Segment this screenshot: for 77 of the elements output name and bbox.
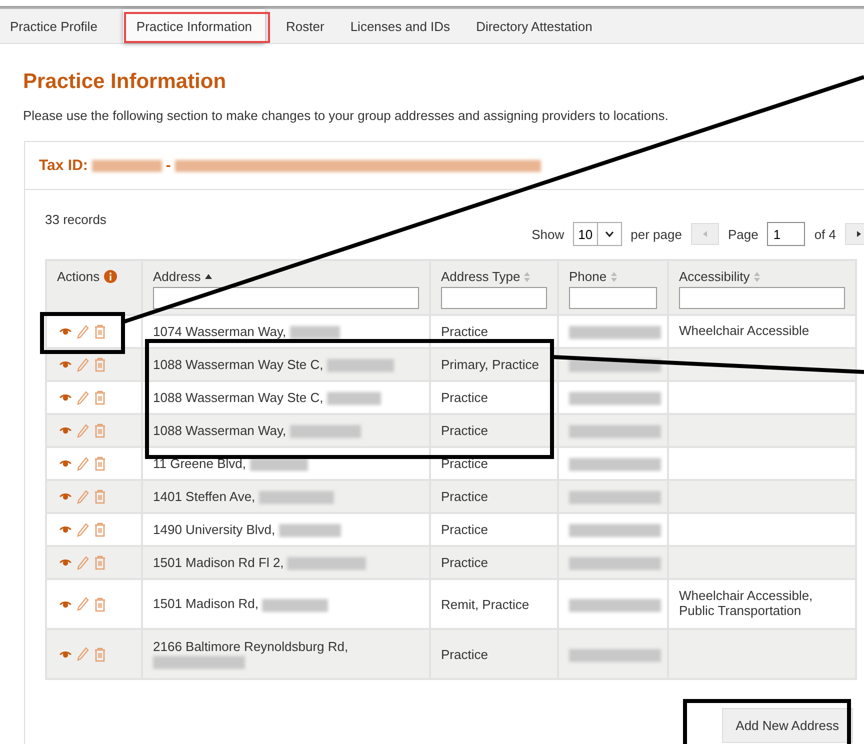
view-icon[interactable] <box>59 360 72 369</box>
edit-icon[interactable] <box>77 490 89 504</box>
address-cell: 1401 Steffen Ave, <box>142 480 430 513</box>
view-icon[interactable] <box>59 600 72 608</box>
column-header[interactable]: Phone <box>569 269 607 284</box>
view-icon[interactable] <box>59 558 72 567</box>
info-icon[interactable] <box>104 270 117 283</box>
trash-icon[interactable] <box>94 522 106 537</box>
filter-field[interactable] <box>441 287 547 309</box>
sort-icon[interactable] <box>610 272 617 282</box>
trash-icon[interactable] <box>94 423 106 438</box>
sort-icon[interactable] <box>754 272 760 282</box>
trash-icon[interactable] <box>94 324 106 339</box>
tab[interactable]: Practice Profile <box>0 9 108 43</box>
accessibility-cell: Wheelchair Accessible <box>679 323 810 338</box>
edit-icon[interactable] <box>77 456 89 470</box>
trash-icon[interactable] <box>94 390 106 405</box>
page-label: Page <box>728 226 758 242</box>
view-icon[interactable] <box>59 650 72 658</box>
address-cell: 1501 Madison Rd Fl 2, <box>142 546 430 579</box>
per-page-label: per page <box>630 226 682 242</box>
previous-page-button[interactable] <box>690 223 719 245</box>
tab[interactable]: Licenses and IDs <box>337 9 464 43</box>
sort-icon[interactable] <box>524 272 530 282</box>
column-header: Actions <box>57 269 100 284</box>
triangle-left-icon <box>702 231 707 237</box>
address-type-cell: Practice <box>430 629 558 679</box>
records-count: 33 records <box>45 212 106 226</box>
edit-icon[interactable] <box>77 647 89 661</box>
address-cell: 1088 Wasserman Way Ste C, <box>142 348 430 381</box>
tab[interactable]: Directory Attestation <box>463 9 606 43</box>
page-count: of 4 <box>814 226 836 242</box>
description-text: Please use the following section to make changes to your group addresses and assigning providers to locations. <box>23 108 670 123</box>
address-type-cell: Primary, Practice <box>430 348 558 381</box>
show-label: Show <box>532 226 564 242</box>
trash-icon[interactable] <box>94 555 106 570</box>
address-cell: 1088 Wasserman Way, <box>142 414 430 447</box>
trash-icon[interactable] <box>94 596 106 612</box>
filter-field[interactable] <box>153 287 419 309</box>
trash-icon[interactable] <box>94 489 106 504</box>
address-type-cell: Practice <box>430 480 558 513</box>
address-cell: 2166 Baltimore Reynoldsburg Rd, <box>142 629 430 679</box>
separator-text: - <box>166 157 171 174</box>
trash-icon[interactable] <box>94 646 106 662</box>
tab[interactable]: Roster <box>273 9 338 43</box>
view-icon[interactable] <box>59 459 72 468</box>
chevron-down-icon <box>604 231 614 237</box>
edit-icon[interactable] <box>77 324 89 338</box>
page-input[interactable]: 1 <box>767 222 806 246</box>
view-icon[interactable] <box>59 327 72 336</box>
column-header[interactable]: Address <box>153 269 201 284</box>
redacted-text <box>92 160 162 172</box>
edit-icon[interactable] <box>77 424 89 438</box>
trash-icon[interactable] <box>94 357 106 372</box>
view-icon[interactable] <box>59 393 72 402</box>
sort-ascending-icon[interactable] <box>204 274 212 279</box>
view-icon[interactable] <box>59 492 72 501</box>
trash-icon[interactable] <box>94 456 106 471</box>
column-header[interactable]: Accessibility <box>679 269 750 284</box>
add-address-button[interactable]: Add New Address <box>722 708 853 743</box>
edit-icon[interactable] <box>77 556 89 570</box>
edit-icon[interactable] <box>77 522 89 536</box>
triangle-right-icon <box>857 231 861 237</box>
edit-icon[interactable] <box>77 597 89 611</box>
filter-field[interactable] <box>679 287 845 309</box>
per-page-select[interactable]: 10 <box>573 222 622 246</box>
address-type-cell: Practice <box>430 414 558 447</box>
page-heading: Practice Information <box>23 70 228 94</box>
tax-id-label: Tax ID: <box>39 157 88 174</box>
address-type-cell: Practice <box>430 546 558 579</box>
edit-icon[interactable] <box>77 390 89 404</box>
filter-field[interactable] <box>569 287 657 309</box>
accessibility-cell: Wheelchair Accessible, Public Transportation <box>679 588 813 618</box>
view-icon[interactable] <box>59 525 72 534</box>
edit-icon[interactable] <box>77 358 89 372</box>
column-header[interactable]: Address Type <box>441 269 520 284</box>
view-icon[interactable] <box>59 426 72 435</box>
